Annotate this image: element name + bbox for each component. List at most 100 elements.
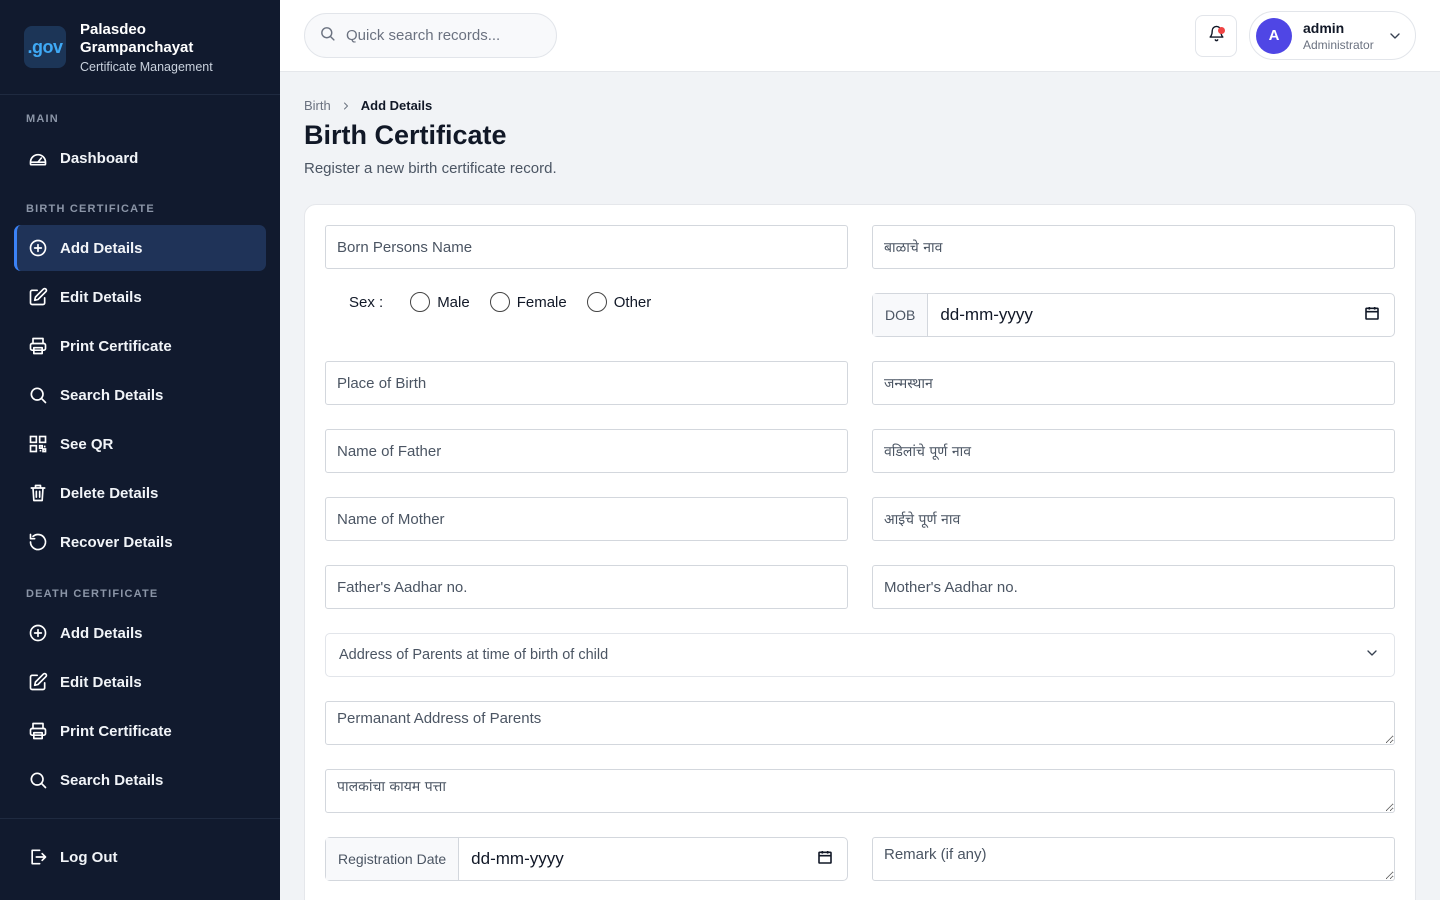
born-name-marathi-input[interactable] xyxy=(872,225,1395,269)
sex-radio-male[interactable]: Male xyxy=(410,292,470,312)
dob-field[interactable]: DOB dd-mm-yyyy xyxy=(872,293,1395,337)
sidebar-item-death-search[interactable]: Search Details xyxy=(14,757,266,803)
sidebar-item-dashboard[interactable]: Dashboard xyxy=(14,135,266,181)
sidebar-item-birth-qr[interactable]: See QR xyxy=(14,421,266,467)
quick-search[interactable] xyxy=(304,13,557,58)
sidebar-item-label: Delete Details xyxy=(60,484,159,502)
father-aadhar-input[interactable] xyxy=(325,565,848,609)
sidebar-item-birth-edit[interactable]: Edit Details xyxy=(14,274,266,320)
dob-label: DOB xyxy=(873,294,929,336)
recover-icon xyxy=(28,532,48,552)
registration-date-label: Registration Date xyxy=(326,838,460,880)
mother-name-marathi-input[interactable] xyxy=(872,497,1395,541)
section-label-birth: BIRTH CERTIFICATE xyxy=(26,203,155,215)
logout-icon xyxy=(28,847,48,867)
sidebar-item-label: Search Details xyxy=(60,386,164,404)
search-icon xyxy=(319,25,336,47)
sidebar-item-label: Add Details xyxy=(60,624,143,642)
select-value: Address of Parents at time of birth of c… xyxy=(339,647,609,663)
sex-radio-other[interactable]: Other xyxy=(586,292,652,312)
chevron-down-icon xyxy=(1387,28,1403,49)
registration-date-value[interactable]: dd-mm-yyyy xyxy=(471,849,564,869)
sidebar-item-birth-print[interactable]: Print Certificate xyxy=(14,323,266,369)
sidebar: .gov Palasdeo Grampanchayat Certificate … xyxy=(0,0,280,900)
qr-code-icon xyxy=(28,434,48,454)
brand-title: Palasdeo Grampanchayat xyxy=(80,20,194,56)
sidebar-item-birth-recover[interactable]: Recover Details xyxy=(14,519,266,565)
sidebar-item-birth-delete[interactable]: Delete Details xyxy=(14,470,266,516)
remark-input[interactable] xyxy=(872,837,1395,881)
logout-button[interactable]: Log Out xyxy=(14,834,266,880)
sidebar-item-label: Dashboard xyxy=(60,149,139,167)
mother-name-input[interactable] xyxy=(325,497,848,541)
section-label-death: DEATH CERTIFICATE xyxy=(26,588,159,600)
breadcrumb-current: Add Details xyxy=(360,98,433,113)
permanent-address-input[interactable] xyxy=(325,701,1395,745)
radio-circle[interactable] xyxy=(489,292,510,312)
chevron-down-icon xyxy=(1364,645,1380,665)
breadcrumb: Birth Add Details xyxy=(304,98,432,113)
printer-icon xyxy=(28,336,48,356)
place-of-birth-input[interactable] xyxy=(325,361,848,405)
sidebar-item-death-edit[interactable]: Edit Details xyxy=(14,659,266,705)
sidebar-footer xyxy=(0,818,280,819)
sidebar-item-label: Recover Details xyxy=(60,533,173,551)
plus-circle-icon xyxy=(28,623,48,643)
topbar: A admin Administrator xyxy=(280,0,1440,72)
user-role: Administrator xyxy=(1303,37,1374,52)
sidebar-item-label: See QR xyxy=(60,435,114,453)
gov-logo: .gov xyxy=(24,26,66,68)
user-name: admin xyxy=(1303,19,1345,36)
search-input[interactable] xyxy=(346,27,536,44)
radio-label: Female xyxy=(516,293,567,311)
radio-label: Male xyxy=(437,293,470,311)
chevron-right-icon xyxy=(340,100,352,112)
sex-radio-group: Sex : Male Female Other xyxy=(349,292,651,312)
avatar: A xyxy=(1256,17,1292,54)
radio-circle[interactable] xyxy=(410,292,431,312)
notifications-button[interactable] xyxy=(1195,15,1237,57)
sidebar-item-label: Edit Details xyxy=(60,288,142,306)
trash-icon xyxy=(28,483,48,503)
address-at-birth-select[interactable]: Address of Parents at time of birth of c… xyxy=(325,633,1395,677)
place-of-birth-marathi-input[interactable] xyxy=(872,361,1395,405)
printer-icon xyxy=(28,721,48,741)
registration-date-field[interactable]: Registration Date dd-mm-yyyy xyxy=(325,837,848,881)
search-icon xyxy=(28,385,48,405)
page-description: Register a new birth certificate record. xyxy=(304,160,557,177)
brand-subtitle: Certificate Management xyxy=(80,59,213,74)
sidebar-item-label: Add Details xyxy=(60,239,143,257)
calendar-icon[interactable] xyxy=(1364,305,1380,326)
mother-aadhar-input[interactable] xyxy=(872,565,1395,609)
section-label-main: MAIN xyxy=(26,113,59,125)
user-menu[interactable]: A admin Administrator xyxy=(1249,11,1416,60)
dashboard-icon xyxy=(28,148,48,168)
breadcrumb-parent[interactable]: Birth xyxy=(304,98,331,113)
dob-value[interactable]: dd-mm-yyyy xyxy=(940,305,1033,325)
brand: .gov Palasdeo Grampanchayat Certificate … xyxy=(0,0,280,95)
sidebar-item-label: Search Details xyxy=(60,771,164,789)
search-icon xyxy=(28,770,48,790)
radio-label: Other xyxy=(613,293,652,311)
sidebar-item-death-add[interactable]: Add Details xyxy=(14,610,266,656)
page-title: Birth Certificate xyxy=(304,120,507,150)
sex-label: Sex : xyxy=(349,293,384,311)
edit-icon xyxy=(28,672,48,692)
edit-icon xyxy=(28,287,48,307)
notification-dot xyxy=(1218,27,1225,34)
sidebar-item-label: Print Certificate xyxy=(60,337,172,355)
sex-radio-female[interactable]: Female xyxy=(489,292,567,312)
father-name-input[interactable] xyxy=(325,429,848,473)
sidebar-item-label: Edit Details xyxy=(60,673,142,691)
logout-label: Log Out xyxy=(60,848,118,866)
radio-circle[interactable] xyxy=(586,292,607,312)
sidebar-item-birth-add[interactable]: Add Details xyxy=(14,225,266,271)
sidebar-item-death-print[interactable]: Print Certificate xyxy=(14,708,266,754)
sidebar-item-label: Print Certificate xyxy=(60,722,172,740)
permanent-address-marathi-input[interactable] xyxy=(325,769,1395,813)
calendar-icon[interactable] xyxy=(817,849,833,870)
sidebar-item-birth-search[interactable]: Search Details xyxy=(14,372,266,418)
born-name-input[interactable] xyxy=(325,225,848,269)
father-name-marathi-input[interactable] xyxy=(872,429,1395,473)
plus-circle-icon xyxy=(28,238,48,258)
